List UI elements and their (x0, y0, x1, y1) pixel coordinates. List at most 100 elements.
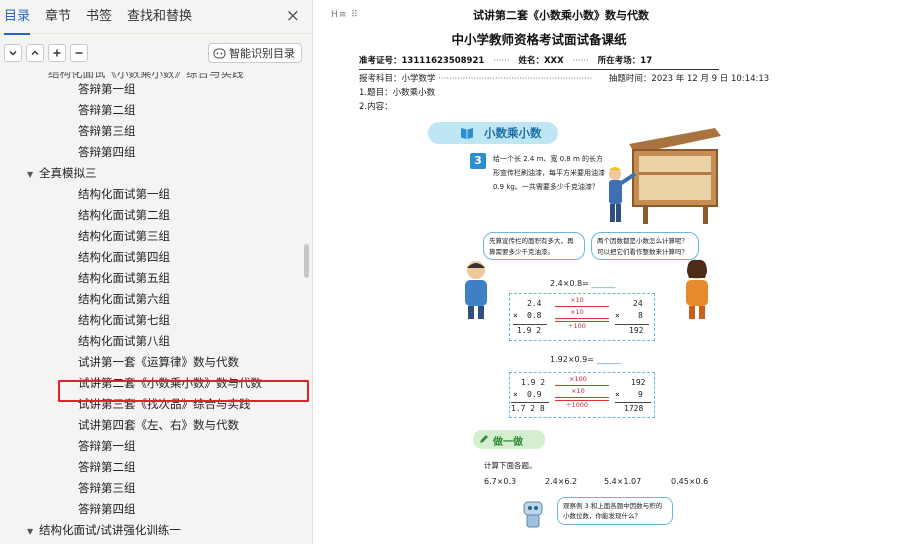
robot-illustration (523, 501, 543, 528)
document-page: 试讲第二套《小数乘小数》数与代数 中小学教师资格考试面试备课纸 准考证号：131… (359, 0, 770, 544)
toc-item[interactable]: 结构化面试第五组 (0, 268, 305, 289)
calc1-int-rule (615, 324, 649, 325)
calc1-int-product: 192 (629, 326, 644, 335)
candidate-info-row: 准考证号：13111623508921 ······ 姓名：XXX ······… (359, 54, 719, 70)
robot-speech-bubble: 观察例 3 和上面各题中因数与积的小数位数，你能发现什么？ (557, 497, 673, 525)
tab-toc[interactable]: 目录 (4, 0, 31, 35)
toc-item-label: 全真模拟三 (39, 166, 97, 180)
calc2-factor-a: 1.9 2 (521, 378, 546, 387)
toc-item[interactable]: 答辩第四组 (0, 499, 305, 520)
smart-recognize-toc-button[interactable]: 智能识别目录 (208, 43, 302, 63)
toc-item[interactable]: 结构化面试第二组 (0, 205, 305, 226)
painter-billboard-illustration (609, 128, 721, 224)
calc2-int-times: × (615, 390, 620, 399)
calc1-arrow-a (555, 306, 609, 307)
calc2-rule (511, 402, 549, 403)
toc-section[interactable]: ▼ 全真模拟三 (0, 163, 305, 184)
toc-item-label: 答辩第四组 (78, 502, 136, 516)
toc-section[interactable]: ▼ 结构化面试/试讲强化训练一 (0, 520, 305, 541)
boy-student-illustration (465, 261, 487, 319)
document-subtitle[interactable]: 中小学教师资格考试面试备课纸 (359, 29, 719, 48)
toc-item[interactable]: 试讲第四套《左、右》数与代数 (0, 415, 305, 436)
toc-item-label: 答辩第三组 (78, 124, 136, 138)
toc-item-label: 答辩第四组 (78, 145, 136, 159)
toc-item-label: 试讲第二套《小数乘小数》数与代数 (78, 376, 262, 390)
exercise-item: 2.4×6.2 (545, 477, 578, 486)
toc-item-label: 试讲第四套《左、右》数与代数 (78, 418, 239, 432)
calc2-int-rule (615, 402, 651, 403)
toc-item[interactable]: 试讲第二套《小数乘小数》数与代数 (0, 373, 305, 394)
toc-item[interactable]: 答辩第三组 (0, 478, 305, 499)
toc-item[interactable]: 结构化面试第一组 (0, 184, 305, 205)
calc2-arrow-b-label: ×10 (571, 387, 585, 395)
calc1-expression: 2.4×0.8= ______ (550, 279, 616, 288)
toc-item[interactable]: 结构化面试第七组 (0, 310, 305, 331)
toc-item[interactable]: 答辩第二组 (0, 457, 305, 478)
lesson-title: 小数乘小数 (484, 126, 542, 140)
tab-find-replace[interactable]: 查找和替换 (127, 0, 192, 34)
toc-item[interactable]: 答辩第一组 (0, 436, 305, 457)
remove-heading-button[interactable] (70, 44, 88, 62)
chevron-down-icon (9, 51, 17, 56)
collapse-button[interactable] (4, 44, 22, 62)
close-pane-icon[interactable]: × (286, 7, 300, 25)
navigation-pane: 目录 章节 书签 查找和替换 × 智能识别目录 结构化面试《小数乘小数》综合与实… (0, 0, 313, 544)
tab-chapters[interactable]: 章节 (45, 0, 71, 34)
toc-item-label: 结构化面试第二组 (78, 208, 170, 222)
toc-item-label: 试讲第一套《运算律》数与代数 (78, 355, 239, 369)
caret-down-icon[interactable]: ▼ (27, 521, 39, 542)
heading-drag-handle-icon[interactable]: H≡ ⠿ (331, 10, 359, 20)
calc1-arrow-c-label: ÷100 (568, 322, 586, 330)
calc2-arrow-b (555, 397, 609, 398)
toc-item-label: 试讲第三套《找次品》综合与实践 (78, 397, 251, 411)
calc2-expression: 1.92×0.9= ______ (550, 355, 621, 364)
smart-face-icon (213, 48, 226, 58)
tab-bookmarks[interactable]: 书签 (86, 0, 112, 34)
pencil-icon (480, 435, 488, 443)
toc-item[interactable]: 答辩第一组 (0, 79, 305, 100)
toc-item-label: 答辩第一组 (78, 82, 136, 96)
calc1-int-a: 24 (633, 299, 643, 308)
expand-button[interactable] (26, 44, 44, 62)
content-line: 2.内容： (359, 102, 393, 112)
draw-time: 抽题时间：2023 年 12 月 9 日 10:14:13 (608, 74, 770, 84)
exercise-item: 0.45×0.6 (671, 477, 709, 486)
calc1-arrow-b-label: ×10 (570, 308, 584, 316)
exam-venue: 所在考场：17 (597, 56, 653, 66)
calc1-factor-b: 0.8 (527, 311, 542, 320)
speech-bubble-right: 两个因数都是小数怎么计算呢？可以把它们看作整数来计算吗？ (591, 232, 699, 260)
exam-meta-row: 报考科目：小学数学 ······························… (359, 74, 770, 84)
document-heading[interactable]: 试讲第二套《小数乘小数》数与代数 (473, 7, 649, 23)
exercise-item: 5.4×1.07 (604, 477, 642, 486)
toc-item[interactable]: 结构化面试第六组 (0, 289, 305, 310)
toc-item-label: 答辩第三组 (78, 481, 136, 495)
toc-scrollbar[interactable] (304, 244, 309, 278)
toc-item[interactable]: 试讲第一套《运算律》数与代数 (0, 352, 305, 373)
toc-item[interactable]: 试讲第三套《找次品》综合与实践 (0, 394, 305, 415)
calc2-int-b: 9 (638, 390, 643, 399)
problem-number-badge: 3 (470, 153, 486, 169)
toc-item[interactable]: 结构化面试第四组 (0, 247, 305, 268)
calc2-arrow-c-label: ÷1000 (566, 401, 588, 409)
practice-label: 做一做 (493, 437, 523, 448)
caret-down-icon[interactable]: ▼ (27, 164, 39, 185)
toc-tree: 结构化面试《小数乘小数》综合与实践 答辩第一组 答辩第二组 答辩第三组 答辩第四组 ▼ 全… (0, 72, 312, 544)
toc-item[interactable]: 答辩第三组 (0, 121, 305, 142)
document-area: H≡ ⠿ 试讲第二套《小数乘小数》数与代数 中小学教师资格考试面试备课纸 准考证… (313, 0, 902, 544)
candidate-name: 姓名：XXX (518, 56, 564, 66)
calc1-int-b: 8 (638, 311, 643, 320)
calc2-int-a: 192 (631, 378, 646, 387)
toc-toolbar: 智能识别目录 (0, 34, 312, 72)
topic-line: 1.题目：小数乘小数 (359, 88, 436, 98)
toc-item[interactable]: 答辩第四组 (0, 142, 305, 163)
toc-item[interactable]: 结构化面试第八组 (0, 331, 305, 352)
toc-item-label: 结构化面试/试讲强化训练一 (39, 523, 181, 537)
calc2-factor-b: 0.9 (527, 390, 542, 399)
calc1-rule (513, 324, 547, 325)
toc-item-label: 结构化面试第六组 (78, 292, 170, 306)
calc2-times: × (513, 390, 518, 399)
add-heading-button[interactable] (48, 44, 66, 62)
girl-student-illustration (686, 259, 708, 319)
toc-item[interactable]: 答辩第二组 (0, 100, 305, 121)
toc-item[interactable]: 结构化面试第三组 (0, 226, 305, 247)
